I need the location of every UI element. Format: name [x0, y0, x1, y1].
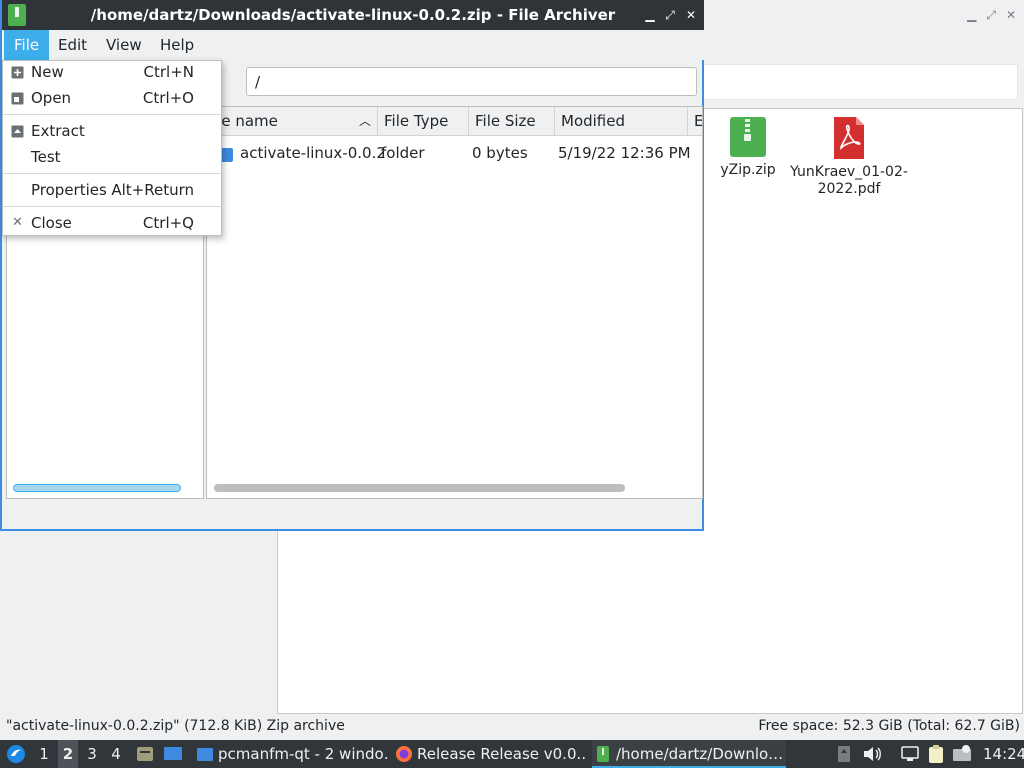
- menu-item-properties[interactable]: Properties Alt+Return: [3, 178, 221, 204]
- network-icon[interactable]: [900, 745, 920, 763]
- tree-scrollbar[interactable]: [13, 484, 181, 492]
- task-firefox-label: Release Release v0.0.…: [417, 745, 587, 763]
- menu-item-new-shortcut: Ctrl+N: [143, 63, 194, 81]
- column-file-size[interactable]: File Size: [469, 107, 555, 136]
- pdf-file-icon: [834, 117, 864, 159]
- close-icon[interactable]: ✕: [1006, 8, 1016, 23]
- file-manager-launcher-icon[interactable]: [136, 745, 154, 763]
- show-desktop-icon[interactable]: [163, 745, 183, 763]
- menu-item-extract[interactable]: Extract: [3, 119, 221, 145]
- pdf-file-label: YunKraev_01-02-2022.pdf: [790, 164, 908, 197]
- pdf-file-item[interactable]: YunKraev_01-02-2022.pdf: [784, 117, 914, 198]
- column-header: ile name ︿ File Type File Size Modified …: [207, 107, 702, 136]
- column-modified[interactable]: Modified: [555, 107, 688, 136]
- menu-item-close-label: Close: [31, 214, 72, 232]
- file-dropdown-menu: New Ctrl+N Open Ctrl+O Extract Test Prop…: [2, 60, 222, 236]
- start-menu-icon[interactable]: [6, 744, 26, 764]
- menu-item-extract-label: Extract: [31, 122, 85, 140]
- menu-view[interactable]: View: [96, 30, 152, 60]
- bg-address-bar[interactable]: [700, 64, 1018, 100]
- table-row[interactable]: activate-linux-0.0.2 folder 0 bytes 5/19…: [207, 139, 702, 169]
- menu-file[interactable]: File: [4, 30, 50, 60]
- desktop-4[interactable]: 4: [106, 740, 126, 768]
- menu-item-close-shortcut: Ctrl+Q: [142, 214, 194, 232]
- row-size: 0 bytes: [472, 144, 528, 162]
- status-selection-info: "activate-linux-0.0.2.zip" (712.8 KiB) Z…: [6, 718, 345, 734]
- maximize-icon[interactable]: ⤢: [986, 8, 996, 23]
- desktop-2[interactable]: 2: [58, 740, 78, 768]
- menu-item-test-label: Test: [31, 148, 61, 166]
- task-pcmanfm[interactable]: pcmanfm-qt - 2 windo…: [194, 740, 388, 768]
- file-list-pane[interactable]: ile name ︿ File Type File Size Modified …: [206, 106, 703, 499]
- menu-item-new[interactable]: New Ctrl+N: [3, 60, 221, 86]
- zip-file-label: yZip.zip: [720, 162, 776, 178]
- column-file-name[interactable]: ile name ︿: [207, 107, 378, 136]
- desktop-3[interactable]: 3: [82, 740, 102, 768]
- menu-separator: [3, 114, 221, 115]
- extract-icon: [11, 125, 24, 138]
- task-file-archiver-label: /home/dartz/Downlo…: [616, 745, 784, 763]
- window-title: /home/dartz/Downloads/activate-linux-0.0…: [90, 6, 616, 24]
- menu-item-new-label: New: [31, 63, 64, 81]
- taskbar: 1 2 3 4 pcmanfm-qt - 2 windo… Release Re…: [0, 740, 1024, 768]
- tray-scroll-icon[interactable]: [836, 745, 852, 763]
- status-bar: "activate-linux-0.0.2.zip" (712.8 KiB) Z…: [0, 714, 1024, 740]
- task-pcmanfm-label: pcmanfm-qt - 2 windo…: [218, 745, 388, 763]
- menu-edit[interactable]: Edit: [48, 30, 97, 60]
- close-icon[interactable]: ✕: [683, 7, 699, 23]
- zip-file-item[interactable]: yZip.zip: [698, 117, 798, 179]
- menu-item-properties-shortcut: Alt+Return: [111, 181, 194, 199]
- row-type: folder: [381, 144, 425, 162]
- clock[interactable]: 14:24: [983, 740, 1024, 768]
- task-file-archiver[interactable]: /home/dartz/Downlo…: [592, 740, 786, 768]
- title-bar[interactable]: /home/dartz/Downloads/activate-linux-0.0…: [2, 0, 704, 30]
- minimize-icon[interactable]: ▁: [967, 8, 976, 23]
- row-modified: 5/19/22 12:36 PM: [558, 144, 691, 162]
- open-icon: [11, 92, 24, 105]
- menu-item-test[interactable]: Test: [3, 145, 221, 171]
- folder-icon: [197, 748, 213, 761]
- horizontal-scrollbar[interactable]: [214, 484, 625, 492]
- menu-item-properties-label: Properties: [31, 181, 107, 199]
- column-extra[interactable]: E: [688, 107, 702, 136]
- menu-bar: File Edit View Help: [2, 30, 704, 60]
- menu-item-open-label: Open: [31, 89, 72, 107]
- menu-separator: [3, 173, 221, 174]
- menu-item-close[interactable]: ✕ Close Ctrl+Q: [3, 211, 221, 237]
- row-name: activate-linux-0.0.2: [240, 144, 386, 162]
- menu-help[interactable]: Help: [150, 30, 204, 60]
- notification-icon[interactable]: [952, 744, 972, 764]
- column-file-type[interactable]: File Type: [378, 107, 469, 136]
- desktop-1[interactable]: 1: [34, 740, 54, 768]
- menu-item-open-shortcut: Ctrl+O: [142, 89, 194, 107]
- bg-window-controls: ▁ ⤢ ✕: [967, 8, 1016, 23]
- menu-separator: [3, 206, 221, 207]
- sort-up-icon: ︿: [358, 114, 371, 128]
- firefox-icon: [396, 746, 412, 762]
- status-free-space: Free space: 52.3 GiB (Total: 62.7 GiB): [758, 718, 1020, 734]
- zip-file-icon: [730, 117, 766, 157]
- maximize-icon[interactable]: ⤢: [662, 7, 678, 23]
- minimize-icon[interactable]: ▁: [642, 7, 658, 23]
- menu-item-open[interactable]: Open Ctrl+O: [3, 86, 221, 112]
- column-file-name-label: ile name: [213, 112, 278, 130]
- task-firefox[interactable]: Release Release v0.0.…: [393, 740, 587, 768]
- archive-icon: [597, 746, 609, 762]
- close-icon: ✕: [12, 215, 23, 230]
- path-field[interactable]: /: [246, 67, 697, 96]
- volume-icon[interactable]: [862, 745, 882, 763]
- new-icon: [11, 66, 24, 79]
- clipboard-icon[interactable]: [926, 744, 946, 764]
